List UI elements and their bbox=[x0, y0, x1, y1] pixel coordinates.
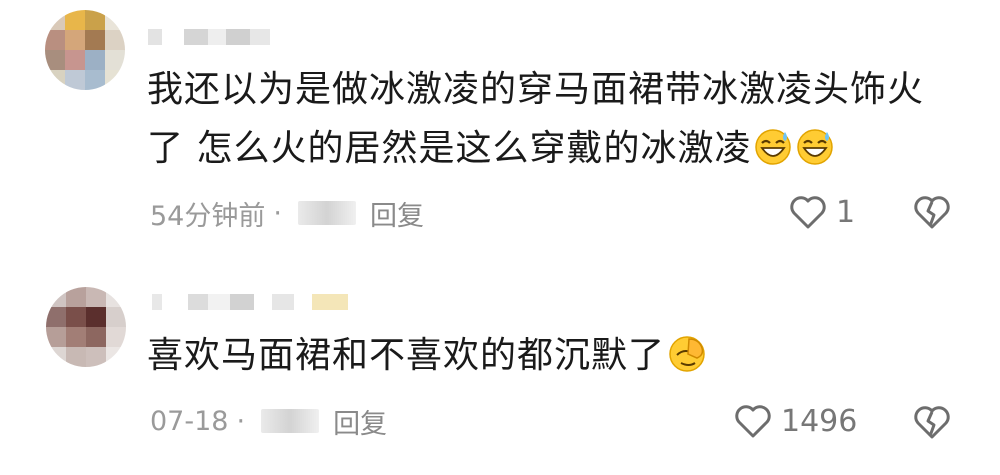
reply-button[interactable]: 回复 bbox=[370, 194, 424, 233]
dislike-button[interactable] bbox=[912, 403, 952, 445]
facepalm-emoji bbox=[667, 332, 707, 372]
timestamp: 54分钟前 bbox=[150, 200, 266, 232]
like-button[interactable]: 1496 bbox=[733, 402, 857, 440]
dislike-button[interactable] bbox=[912, 193, 952, 235]
username[interactable] bbox=[148, 29, 270, 45]
broken-heart-icon bbox=[914, 406, 950, 439]
separator: · bbox=[236, 405, 246, 437]
broken-heart-icon bbox=[914, 196, 950, 229]
comment-text: 我还以为是做冰激凌的穿马面裙带冰激凌头饰火了 怎么火的居然是这么穿戴的冰激凌 bbox=[147, 60, 947, 178]
heart-icon bbox=[735, 405, 771, 438]
location-label bbox=[297, 201, 356, 225]
avatar[interactable] bbox=[45, 10, 125, 90]
sweat-grin-emoji bbox=[753, 125, 793, 165]
comment-text: 喜欢马面裙和不喜欢的都沉默了 bbox=[147, 326, 947, 385]
username[interactable] bbox=[152, 294, 348, 310]
location-label bbox=[261, 409, 320, 433]
heart-icon bbox=[790, 196, 826, 229]
timestamp: 07-18 bbox=[150, 405, 229, 437]
like-count: 1 bbox=[836, 194, 856, 230]
separator: · bbox=[273, 197, 282, 229]
comment-meta: 07-18 · 回复 bbox=[150, 402, 387, 441]
like-button[interactable]: 1 bbox=[788, 193, 855, 231]
comment-item: 我还以为是做冰激凌的穿马面裙带冰激凌头饰火了 怎么火的居然是这么穿戴的冰激凌 5… bbox=[0, 0, 1000, 250]
comment-item: 喜欢马面裙和不喜欢的都沉默了 07-18 · 回复 1496 bbox=[0, 262, 1000, 475]
like-count: 1496 bbox=[781, 403, 858, 439]
avatar[interactable] bbox=[46, 287, 126, 367]
comment-body: 喜欢马面裙和不喜欢的都沉默了 bbox=[147, 335, 666, 376]
comment-meta: 54分钟前 · 回复 bbox=[150, 194, 424, 233]
sweat-grin-emoji bbox=[795, 125, 835, 165]
reply-button[interactable]: 回复 bbox=[333, 402, 387, 441]
